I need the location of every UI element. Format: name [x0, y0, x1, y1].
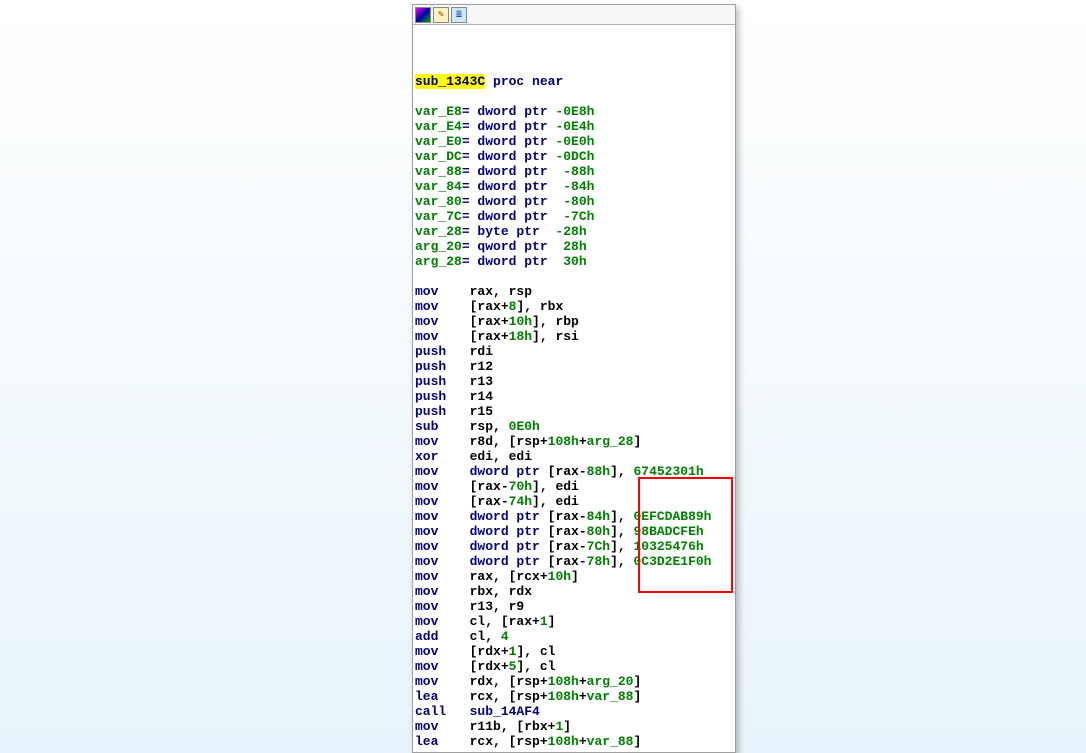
asm-line[interactable]: mov r13, r9 [415, 599, 735, 614]
asm-line[interactable]: mov r11b, [rbx+1] [415, 719, 735, 734]
asm-line[interactable]: mov [rax-74h], edi [415, 494, 735, 509]
var-decl[interactable]: var_80= dword ptr -80h [415, 194, 735, 209]
asm-line[interactable]: call sub_14AF4 [415, 704, 735, 719]
asm-line[interactable]: mov dword ptr [rax-80h], 98BADCFEh [415, 524, 735, 539]
asm-line[interactable]: push r12 [415, 359, 735, 374]
var-decl[interactable]: var_84= dword ptr -84h [415, 179, 735, 194]
asm-line[interactable]: mov [rax+18h], rsi [415, 329, 735, 344]
asm-line[interactable]: mov rax, [rcx+10h] [415, 569, 735, 584]
disassembly-node-panel: ✎ ≣ sub_1343C proc near var_E8= dword ptr… [412, 4, 736, 753]
var-decl[interactable]: var_28= byte ptr -28h [415, 224, 735, 239]
var-decl[interactable]: var_DC= dword ptr -0DCh [415, 149, 735, 164]
node-toolbar: ✎ ≣ [413, 5, 735, 25]
asm-line[interactable]: mov r8d, [rsp+108h+arg_28] [415, 434, 735, 449]
asm-line[interactable]: mov rax, rsp [415, 284, 735, 299]
asm-line[interactable]: lea rcx, [rsp+108h+var_88] [415, 734, 735, 749]
asm-line[interactable]: push r13 [415, 374, 735, 389]
asm-line[interactable]: mov dword ptr [rax-7Ch], 10325476h [415, 539, 735, 554]
asm-line[interactable]: push r15 [415, 404, 735, 419]
proc-header[interactable]: sub_1343C proc near [415, 74, 735, 89]
var-decl[interactable]: var_88= dword ptr -88h [415, 164, 735, 179]
edit-icon[interactable]: ✎ [433, 7, 449, 23]
view-icon[interactable]: ≣ [451, 7, 467, 23]
asm-line[interactable]: add cl, 4 [415, 629, 735, 644]
var-decl[interactable]: arg_28= dword ptr 30h [415, 254, 735, 269]
asm-line[interactable]: push r14 [415, 389, 735, 404]
asm-line[interactable]: mov [rax-70h], edi [415, 479, 735, 494]
disassembly-code[interactable]: sub_1343C proc near var_E8= dword ptr -0E… [413, 25, 735, 749]
var-decl[interactable]: arg_20= qword ptr 28h [415, 239, 735, 254]
var-decl[interactable]: var_E0= dword ptr -0E0h [415, 134, 735, 149]
var-decl[interactable]: var_E4= dword ptr -0E4h [415, 119, 735, 134]
asm-line[interactable]: mov [rax+8], rbx [415, 299, 735, 314]
asm-line[interactable]: xor edi, edi [415, 449, 735, 464]
asm-line[interactable]: mov dword ptr [rax-84h], 0EFCDAB89h [415, 509, 735, 524]
var-decl[interactable]: var_7C= dword ptr -7Ch [415, 209, 735, 224]
asm-line[interactable]: mov rbx, rdx [415, 584, 735, 599]
asm-line[interactable]: lea rcx, [rsp+108h+var_88] [415, 689, 735, 704]
proc-name[interactable]: sub_1343C [415, 74, 485, 89]
asm-line[interactable]: mov dword ptr [rax-78h], 0C3D2E1F0h [415, 554, 735, 569]
asm-line[interactable]: mov [rax+10h], rbp [415, 314, 735, 329]
asm-line[interactable]: mov dword ptr [rax-88h], 67452301h [415, 464, 735, 479]
asm-line[interactable]: mov rdx, [rsp+108h+arg_20] [415, 674, 735, 689]
asm-line[interactable]: sub rsp, 0E0h [415, 419, 735, 434]
asm-line[interactable]: mov cl, [rax+1] [415, 614, 735, 629]
asm-line[interactable]: mov [rdx+5], cl [415, 659, 735, 674]
asm-line[interactable]: push rdi [415, 344, 735, 359]
asm-line[interactable]: mov [rdx+1], cl [415, 644, 735, 659]
var-decl[interactable]: var_E8= dword ptr -0E8h [415, 104, 735, 119]
color-picker-icon[interactable] [415, 7, 431, 23]
